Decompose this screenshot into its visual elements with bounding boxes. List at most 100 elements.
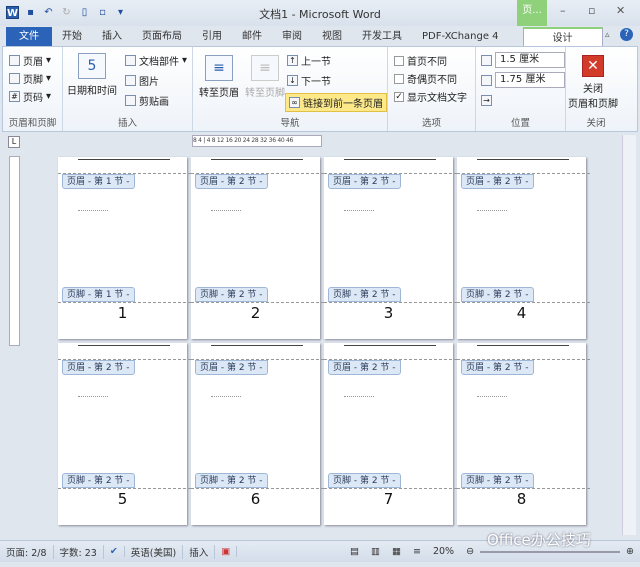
outline-icon[interactable]: ≡ <box>407 546 427 557</box>
print-layout-icon[interactable]: ▤ <box>344 546 365 557</box>
tab-10[interactable]: 设计 <box>522 27 603 47</box>
tab-2[interactable]: 插入 <box>92 27 132 47</box>
picture-button[interactable]: 图片 <box>125 73 159 88</box>
footer-boundary <box>191 488 324 489</box>
page-number-icon: # <box>9 91 20 102</box>
tab-7[interactable]: 视图 <box>312 27 352 47</box>
full-screen-icon[interactable]: ▥ <box>365 546 386 557</box>
header-section-tag: 页眉 - 第 2 节 - <box>461 360 534 375</box>
tab-9[interactable]: PDF-XChange 4 <box>412 27 509 47</box>
ruler-tab-selector[interactable]: L <box>8 136 20 148</box>
page-thumbnail[interactable]: 页眉 - 第 2 节 - 页脚 - 第 2 节 - 7 <box>324 343 457 525</box>
doc-parts-label: 文档部件 <box>139 57 179 68</box>
show-document-text-checkbox[interactable]: ✓ 显示文档文字 <box>394 89 467 104</box>
tab-1[interactable]: 开始 <box>52 27 92 47</box>
tab-5[interactable]: 邮件 <box>232 27 272 47</box>
minimize-icon[interactable]: – <box>560 4 566 17</box>
footer-label: 页脚 <box>23 75 43 86</box>
tab-8[interactable]: 开发工具 <box>352 27 412 47</box>
tab-4[interactable]: 引用 <box>192 27 232 47</box>
zoom-in-icon[interactable]: ⊕ <box>620 546 640 557</box>
close-icon[interactable]: ✕ <box>616 4 625 17</box>
footer-boundary <box>457 488 590 489</box>
web-layout-icon[interactable]: ▦ <box>386 546 407 557</box>
paragraph-mark <box>344 210 374 211</box>
tab-0[interactable]: 文件 <box>6 27 52 47</box>
doc-parts-button[interactable]: 文档部件 ▾ <box>125 53 187 68</box>
ribbon: 页眉 ▾ 页脚 ▾ # 页码 ▾ 页眉和页脚 5 日期和时间 文档部件 ▾ 图片 剪贴画 插… <box>2 46 638 132</box>
footer-button[interactable]: 页脚 ▾ <box>9 71 51 86</box>
page-thumbnail[interactable]: 页眉 - 第 2 节 - 页脚 - 第 2 节 - 4 <box>457 157 590 339</box>
footer-position-field[interactable]: 1.75 厘米 <box>481 72 565 88</box>
zoom-level[interactable]: 20% <box>427 546 460 557</box>
header-rule <box>477 159 569 160</box>
maximize-icon[interactable]: ▫ <box>588 4 595 17</box>
header-position-input[interactable]: 1.5 厘米 <box>495 52 565 68</box>
paragraph-mark <box>344 396 374 397</box>
tab-6[interactable]: 审阅 <box>272 27 312 47</box>
page-thumbnail[interactable]: 页眉 - 第 1 节 - 页脚 - 第 1 节 - 1 <box>58 157 191 339</box>
picture-icon <box>125 75 136 86</box>
page-number-button[interactable]: # 页码 ▾ <box>9 89 51 104</box>
insert-alignment-tab-button[interactable]: → <box>481 95 492 106</box>
next-section-button[interactable]: ↓ 下一节 <box>287 73 331 88</box>
group-label: 关闭 <box>586 118 606 129</box>
word-count[interactable]: 字数: 23 <box>54 544 104 559</box>
footer-boundary <box>457 302 590 303</box>
page-thumbnail[interactable]: 页眉 - 第 2 节 - 页脚 - 第 2 节 - 5 <box>58 343 191 525</box>
calendar-icon: 5 <box>78 53 106 79</box>
alignment-tab-icon: → <box>481 95 492 106</box>
group-close: ✕ 关闭 页眉和页脚 关闭 <box>566 47 626 131</box>
goto-header-button[interactable]: ≡ 转至页眉 <box>199 55 239 99</box>
header-button[interactable]: 页眉 ▾ <box>9 53 51 68</box>
odd-even-different-checkbox[interactable]: 奇偶页不同 <box>394 71 457 86</box>
document-area: 页眉 - 第 1 节 - 页脚 - 第 1 节 - 1 页眉 - 第 2 节 -… <box>0 150 640 540</box>
header-position-icon <box>481 54 492 66</box>
header-rule <box>78 345 170 346</box>
page-number: 2 <box>250 304 261 322</box>
date-time-button[interactable]: 5 日期和时间 <box>67 53 117 97</box>
close-header-footer-button[interactable]: ✕ 关闭 页眉和页脚 <box>568 55 618 110</box>
proofing-icon[interactable]: ✔ <box>104 546 125 557</box>
footer-section-tag: 页脚 - 第 2 节 - <box>195 287 268 302</box>
insert-mode[interactable]: 插入 <box>183 544 216 559</box>
watermark: Office办公技巧 <box>487 531 591 549</box>
zoom-out-icon[interactable]: ⊖ <box>460 546 480 557</box>
clipart-icon <box>125 95 136 106</box>
footer-position-input[interactable]: 1.75 厘米 <box>495 72 565 88</box>
link-to-previous-button[interactable]: ∞ 链接到前一条页眉 <box>285 93 387 112</box>
page-count[interactable]: 页面: 2/8 <box>0 544 54 559</box>
header-section-tag: 页眉 - 第 2 节 - <box>328 174 401 189</box>
show-document-text-label: 显示文档文字 <box>407 93 467 104</box>
horizontal-ruler[interactable]: 8 4 | 4 8 12 16 20 24 28 32 36 40 46 <box>192 135 322 147</box>
footer-section-tag: 页脚 - 第 2 节 - <box>328 287 401 302</box>
zoom-slider[interactable] <box>480 550 621 553</box>
clipart-label: 剪贴画 <box>139 97 169 108</box>
footer-boundary <box>324 302 457 303</box>
previous-section-button[interactable]: ↑ 上一节 <box>287 53 331 68</box>
checkmark-icon: ✓ <box>394 91 404 102</box>
help-icon[interactable]: ? <box>620 28 633 41</box>
page-number: 7 <box>383 490 394 508</box>
page-number: 5 <box>117 490 128 508</box>
paragraph-mark <box>477 396 507 397</box>
goto-footer-icon: ≡ <box>251 55 279 81</box>
page-number: 4 <box>516 304 527 322</box>
tab-3[interactable]: 页面布局 <box>132 27 192 47</box>
header-position-field[interactable]: 1.5 厘米 <box>481 52 565 68</box>
page-thumbnail[interactable]: 页眉 - 第 2 节 - 页脚 - 第 2 节 - 8 <box>457 343 590 525</box>
previous-section-icon: ↑ <box>287 55 298 66</box>
first-page-different-checkbox[interactable]: 首页不同 <box>394 53 447 68</box>
header-icon <box>9 55 20 66</box>
doc-parts-icon <box>125 55 136 66</box>
language[interactable]: 英语(美国) <box>125 544 184 559</box>
goto-header-icon: ≡ <box>205 55 233 81</box>
link-icon: ∞ <box>289 97 300 108</box>
goto-footer-button[interactable]: ≡ 转至页脚 <box>245 55 285 99</box>
page-thumbnail[interactable]: 页眉 - 第 2 节 - 页脚 - 第 2 节 - 6 <box>191 343 324 525</box>
page-thumbnail[interactable]: 页眉 - 第 2 节 - 页脚 - 第 2 节 - 2 <box>191 157 324 339</box>
collapse-ribbon-icon[interactable]: ▵ <box>605 30 610 40</box>
macro-icon[interactable]: ▣ <box>215 546 238 557</box>
clipart-button[interactable]: 剪贴画 <box>125 93 169 108</box>
page-thumbnail[interactable]: 页眉 - 第 2 节 - 页脚 - 第 2 节 - 3 <box>324 157 457 339</box>
